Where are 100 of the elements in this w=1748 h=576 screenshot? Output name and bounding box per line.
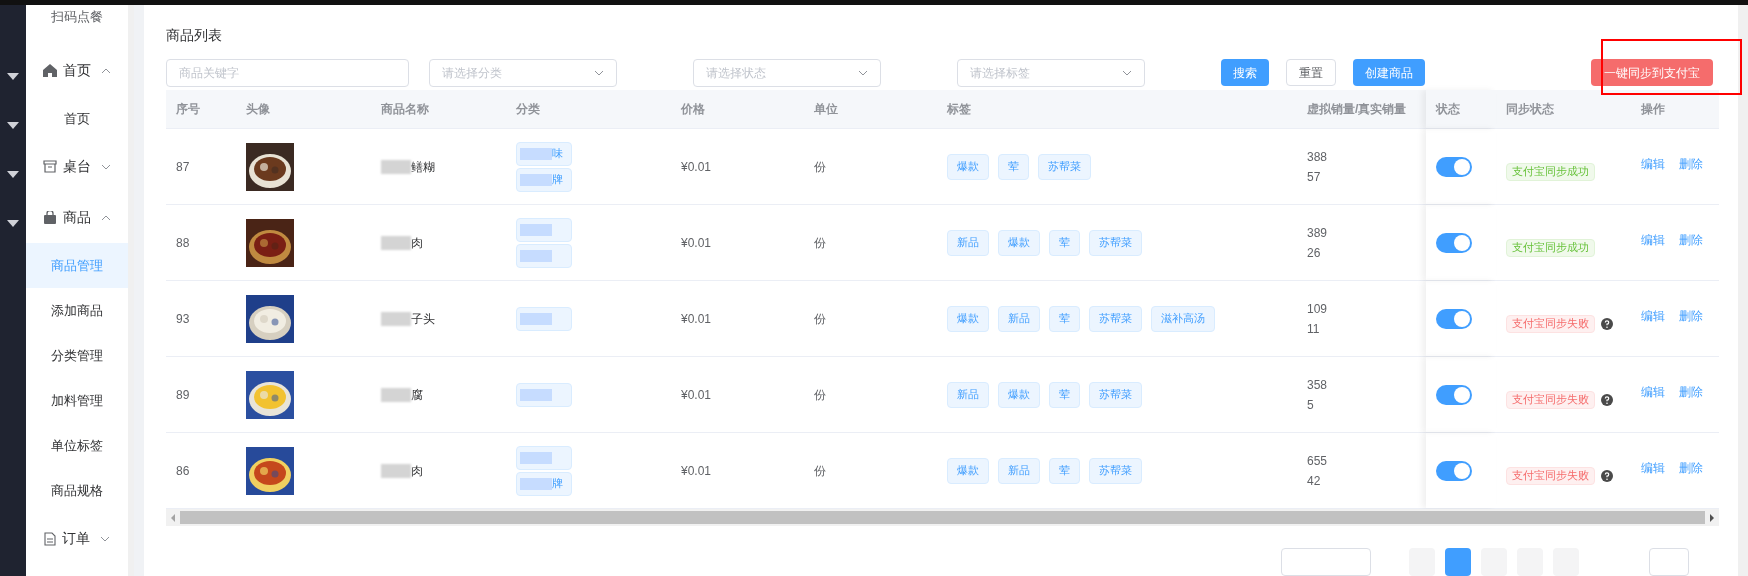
- tag: 爆款: [947, 457, 989, 484]
- menu-group[interactable]: 桌台: [26, 141, 128, 192]
- sync-alipay-button[interactable]: 一键同步到支付宝: [1591, 59, 1713, 86]
- caret-down-icon[interactable]: [7, 122, 19, 129]
- menu-item[interactable]: 加料管理: [26, 378, 128, 423]
- price: ¥0.01: [681, 310, 712, 328]
- action-link[interactable]: 编辑: [1641, 230, 1665, 249]
- column-header: 标签: [946, 101, 972, 118]
- menu-item[interactable]: 商品规格: [26, 468, 128, 513]
- sync-status-tag: 支付宝同步成功: [1506, 238, 1595, 257]
- menu-group[interactable]: 商品: [26, 192, 128, 243]
- virtual-sales: 389: [1307, 224, 1329, 242]
- select-field[interactable]: 请选择分类: [429, 58, 617, 87]
- product-name: 子头: [411, 310, 435, 328]
- action-link[interactable]: 删除: [1679, 306, 1703, 325]
- help-icon[interactable]: [1601, 393, 1613, 406]
- goto-page-field[interactable]: [1649, 548, 1689, 576]
- archive-icon: [43, 160, 57, 173]
- column-header: 分类: [515, 101, 541, 118]
- tag: 苏帮菜: [1089, 457, 1142, 484]
- action-link[interactable]: 删除: [1679, 230, 1703, 249]
- tag: 爆款: [947, 153, 989, 180]
- action-link[interactable]: 编辑: [1641, 154, 1665, 173]
- tag: 荤: [1049, 381, 1080, 408]
- column-header: 操作: [1640, 101, 1666, 118]
- price: ¥0.01: [681, 158, 712, 176]
- menu-group[interactable]: 订单: [26, 513, 128, 564]
- menu-item[interactable]: 首页: [26, 96, 128, 141]
- real-sales: 57: [1307, 168, 1322, 186]
- tag: 苏帮菜: [1038, 153, 1091, 180]
- status-switch[interactable]: [1436, 460, 1472, 481]
- sync-status-tag: 支付宝同步失败: [1506, 390, 1595, 409]
- help-icon[interactable]: [1601, 317, 1613, 330]
- category-text: 味: [552, 146, 563, 162]
- masked-text: [381, 463, 411, 478]
- status-switch[interactable]: [1436, 308, 1472, 329]
- action-link[interactable]: 编辑: [1641, 382, 1665, 401]
- horizontal-scrollbar[interactable]: [166, 509, 1719, 526]
- tag: 滋补高汤: [1151, 305, 1215, 332]
- caret-down-icon[interactable]: [7, 171, 19, 178]
- chevron-down-icon: [594, 69, 604, 76]
- action-button[interactable]: 搜索: [1221, 59, 1269, 86]
- help-icon[interactable]: [1601, 469, 1613, 482]
- tag: 苏帮菜: [1089, 229, 1142, 256]
- column-header: 头像: [245, 101, 271, 118]
- page-title: 商品列表: [166, 26, 223, 45]
- unit: 份: [814, 462, 826, 480]
- column-header: 同步状态: [1505, 101, 1555, 118]
- menu-group[interactable]: 首页: [26, 45, 128, 96]
- price: ¥0.01: [681, 234, 712, 252]
- real-sales: 26: [1307, 244, 1322, 262]
- masked-text: [381, 387, 411, 402]
- table-cell-text: 88: [176, 234, 190, 252]
- action-link[interactable]: 编辑: [1641, 306, 1665, 325]
- action-button[interactable]: 创建商品: [1353, 59, 1425, 86]
- home-icon: [43, 64, 57, 77]
- product-name: 鳝糊: [411, 158, 435, 176]
- app-title: 扫码点餐: [50, 8, 104, 27]
- masked-text: [381, 159, 411, 174]
- status-switch[interactable]: [1436, 384, 1472, 405]
- select-field[interactable]: 请选择状态: [693, 58, 881, 87]
- masked-text: [381, 235, 411, 250]
- action-link[interactable]: 删除: [1679, 458, 1703, 477]
- tag: 新品: [998, 305, 1040, 332]
- category-text: 牌: [552, 172, 563, 188]
- real-sales: 5: [1307, 396, 1315, 414]
- sync-status-tag: 支付宝同步失败: [1506, 314, 1595, 333]
- chevron-down-icon: [100, 535, 110, 542]
- menu-item[interactable]: 单位标签: [26, 423, 128, 468]
- menu-item[interactable]: 分类管理: [26, 333, 128, 378]
- real-sales: 42: [1307, 472, 1322, 490]
- menu-item[interactable]: 添加商品: [26, 288, 128, 333]
- tag: 爆款: [947, 305, 989, 332]
- caret-down-icon[interactable]: [7, 220, 19, 227]
- select-field[interactable]: 请选择标签: [957, 58, 1145, 87]
- action-link[interactable]: 编辑: [1641, 458, 1665, 477]
- action-link[interactable]: 删除: [1679, 382, 1703, 401]
- unit: 份: [814, 310, 826, 328]
- status-switch[interactable]: [1436, 156, 1472, 177]
- product-name: 肉: [411, 462, 423, 480]
- tag: 荤: [1049, 305, 1080, 332]
- tag: 新品: [947, 229, 989, 256]
- action-link[interactable]: 删除: [1679, 154, 1703, 173]
- bag-icon: [43, 211, 57, 224]
- price: ¥0.01: [681, 462, 712, 480]
- virtual-sales: 655: [1307, 452, 1329, 470]
- status-switch[interactable]: [1436, 232, 1472, 253]
- virtual-sales: 358: [1307, 376, 1329, 394]
- column-header: 序号: [175, 101, 201, 118]
- menu-item[interactable]: 商品管理: [26, 243, 128, 288]
- virtual-sales: 109: [1307, 300, 1329, 318]
- tag: 荤: [1049, 229, 1080, 256]
- tag: 爆款: [998, 229, 1040, 256]
- table-cell-text: 89: [176, 386, 190, 404]
- keyword-field[interactable]: 商品关键字: [166, 58, 409, 87]
- sync-status-tag: 支付宝同步成功: [1506, 162, 1595, 181]
- tag: 荤: [998, 153, 1029, 180]
- virtual-sales: 388: [1307, 148, 1329, 166]
- caret-down-icon[interactable]: [7, 73, 19, 80]
- action-button[interactable]: 重置: [1286, 59, 1336, 86]
